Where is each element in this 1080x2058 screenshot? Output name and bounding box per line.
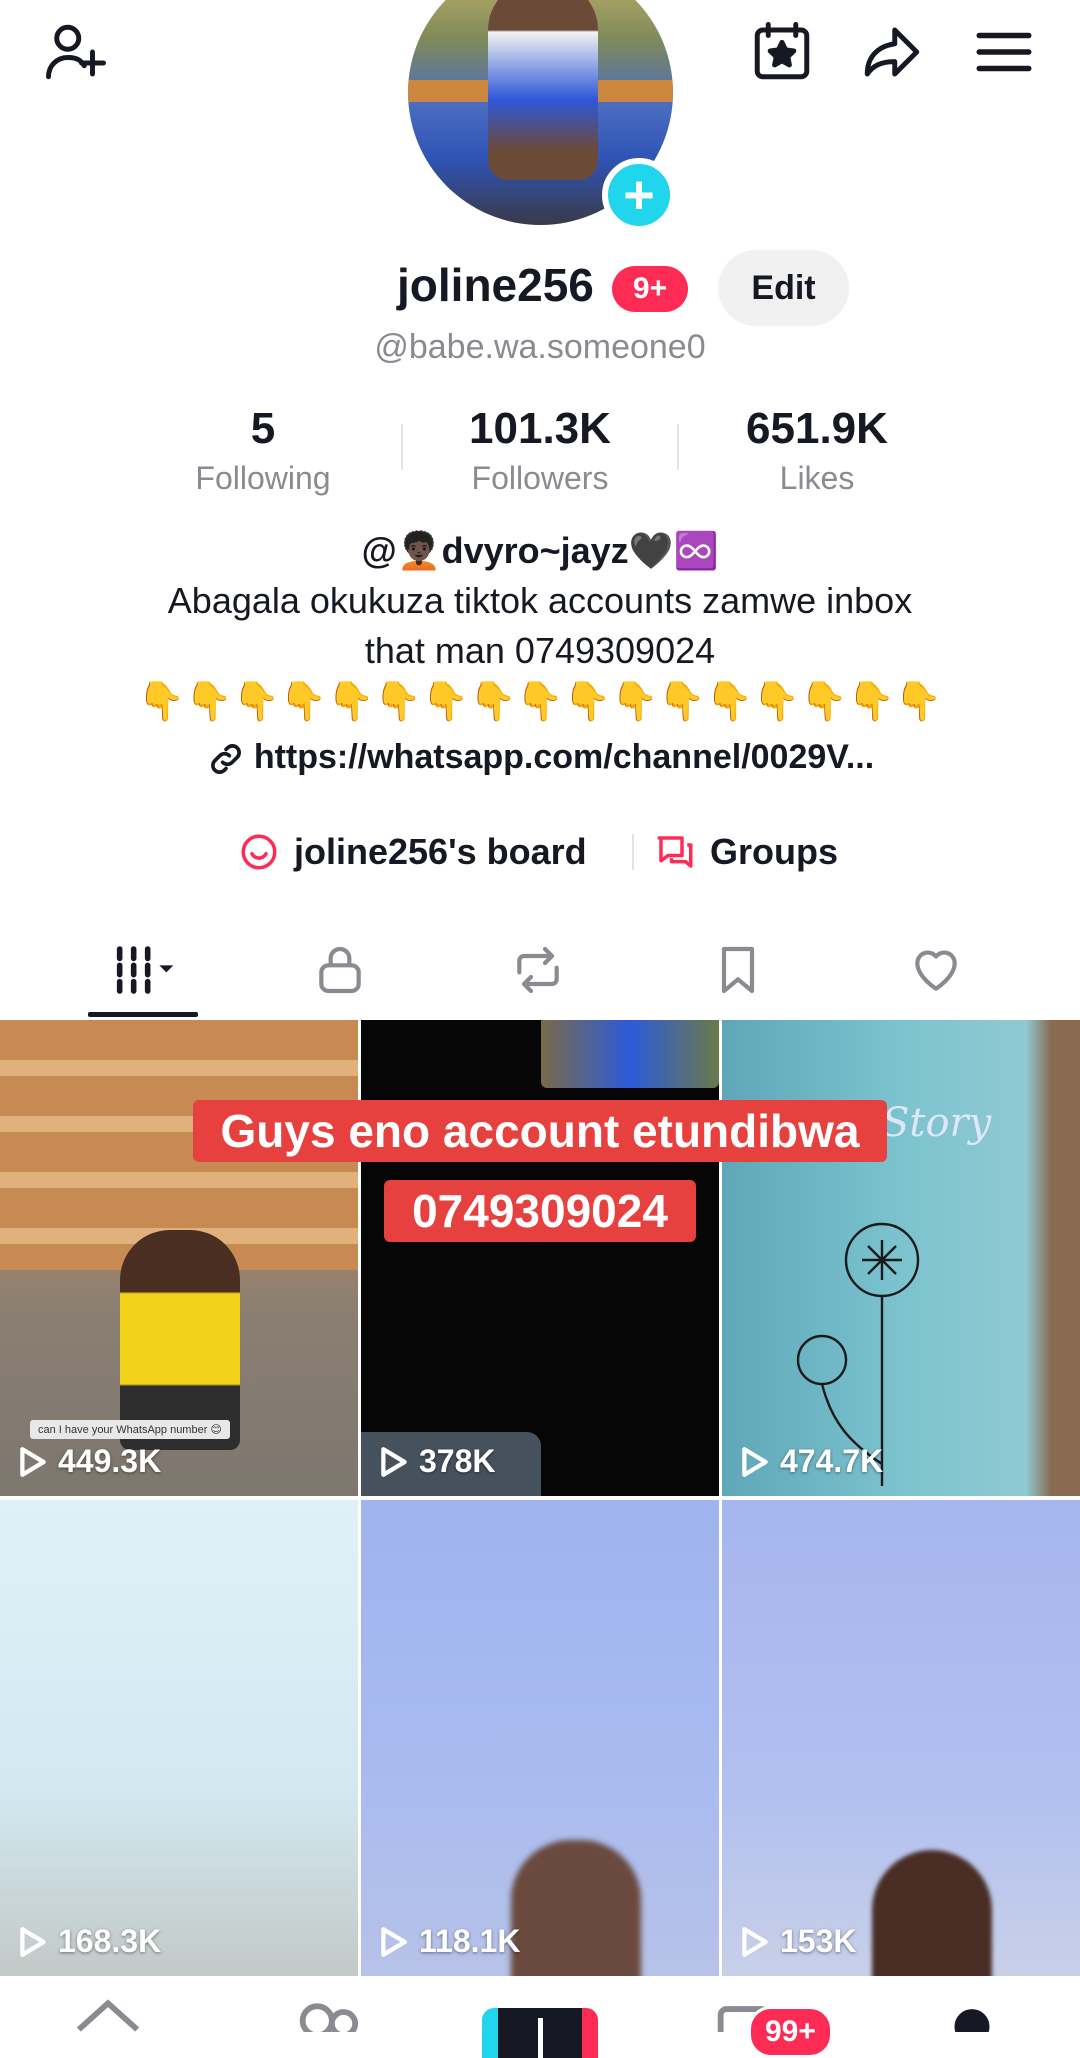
profile-icon xyxy=(954,2009,990,2032)
friends-icon xyxy=(299,2003,359,2032)
person-graphic xyxy=(120,1230,240,1450)
overlay-caption: 0749309024 xyxy=(0,1180,1080,1242)
view-count: 153K xyxy=(740,1923,857,1960)
calendar-button[interactable] xyxy=(742,12,822,92)
bio-line: that man 0749309024 xyxy=(364,630,716,671)
video-thumbnail[interactable]: can I have your WhatsApp number 😊 449.3K xyxy=(0,1020,358,1496)
view-count-value: 168.3K xyxy=(58,1923,162,1959)
play-icon xyxy=(742,1446,768,1477)
view-count-value: 378K xyxy=(419,1443,496,1479)
tab-reposts[interactable] xyxy=(463,920,613,1020)
bio-link[interactable]: https://whatsapp.com/channel/0029V... xyxy=(0,738,1080,779)
add-friend-button[interactable] xyxy=(36,12,116,92)
plus-icon: + xyxy=(623,165,655,225)
view-count: 449.3K xyxy=(18,1443,161,1480)
person-graphic xyxy=(511,1840,641,1976)
repost-icon xyxy=(517,946,559,994)
nav-profile[interactable] xyxy=(912,1992,1032,2052)
menu-button[interactable] xyxy=(964,12,1044,92)
tab-liked[interactable] xyxy=(861,920,1011,1020)
overlay-line: 0749309024 xyxy=(384,1180,696,1242)
add-story-button[interactable]: + xyxy=(602,158,676,232)
video-thumbnail[interactable]: 168.3K xyxy=(0,1500,358,1976)
tab-private[interactable] xyxy=(265,920,415,1020)
bookmark-icon xyxy=(721,946,755,994)
play-icon xyxy=(381,1926,407,1957)
stat-likes[interactable]: 651.9K Likes xyxy=(707,402,927,500)
tab-saved[interactable] xyxy=(663,920,813,1020)
view-count-value: 153K xyxy=(780,1923,857,1959)
bottom-navigation xyxy=(0,1992,1080,2058)
share-arrow-icon xyxy=(864,27,920,77)
active-tab-indicator xyxy=(88,1012,198,1017)
play-icon xyxy=(20,1926,46,1957)
video-thumbnail[interactable]: 118.1K xyxy=(361,1500,719,1976)
view-count: 118.1K xyxy=(379,1923,520,1960)
link-icon xyxy=(210,744,241,774)
home-icon xyxy=(76,1999,140,2032)
nav-friends[interactable] xyxy=(266,1992,386,2052)
stat-label: Followers xyxy=(471,460,609,496)
video-grid: can I have your WhatsApp number 😊 449.3K… xyxy=(0,1020,1080,1980)
video-caption: can I have your WhatsApp number 😊 xyxy=(30,1420,230,1439)
tab-videos[interactable] xyxy=(68,920,218,1020)
username-row: joline256 9+ Edit xyxy=(0,250,1080,330)
stat-divider xyxy=(677,424,679,470)
nav-home[interactable] xyxy=(48,1992,168,2052)
user-handle: @babe.wa.someone0 xyxy=(374,328,706,366)
view-count-value: 118.1K xyxy=(419,1923,521,1959)
profile-tabs xyxy=(0,920,1080,1021)
board-icon xyxy=(241,834,277,870)
stat-label: Following xyxy=(195,460,331,496)
play-icon xyxy=(381,1446,407,1477)
inbox-badge: 99+ xyxy=(748,2006,833,2058)
overlay-line: Guys eno account etundibwa xyxy=(192,1100,888,1162)
stat-following[interactable]: 5 Following xyxy=(153,402,373,500)
edit-profile-button[interactable]: Edit xyxy=(718,250,849,326)
nav-create[interactable] xyxy=(480,1992,600,2058)
view-count: 168.3K xyxy=(18,1923,161,1960)
bio-line: Abagala okukuza tiktok accounts zamwe in… xyxy=(167,580,913,621)
play-icon xyxy=(742,1926,768,1957)
hamburger-menu-icon xyxy=(976,32,1032,72)
stat-followers[interactable]: 101.3K Followers xyxy=(430,402,650,500)
groups-label: Groups xyxy=(710,831,839,872)
board-links: joline256's board Groups xyxy=(0,822,1080,882)
heart-icon xyxy=(915,950,957,991)
notification-badge[interactable]: 9+ xyxy=(612,266,688,312)
bio-mention[interactable]: @🧑🏿‍🦱dvyro~jayz🖤♾️ xyxy=(0,530,1080,572)
divider xyxy=(632,834,634,870)
video-thumbnail[interactable]: 153K xyxy=(722,1500,1080,1976)
overlay-caption: Guys eno account etundibwa xyxy=(0,1100,1080,1162)
stat-divider xyxy=(401,424,403,470)
bio-emoji-line: 👇👇👇👇👇👇👇👇👇👇👇👇👇👇👇👇👇 xyxy=(137,681,943,723)
calendar-star-icon xyxy=(754,22,810,80)
view-count: 474.7K xyxy=(740,1443,883,1480)
board-link[interactable]: joline256's board xyxy=(238,822,587,882)
bio-link-text: https://whatsapp.com/channel/0029V... xyxy=(253,738,875,776)
person-graphic xyxy=(872,1850,992,1976)
groups-link[interactable]: Groups xyxy=(654,822,838,882)
lock-icon xyxy=(319,946,361,994)
stat-value: 651.9K xyxy=(746,404,888,453)
person-plus-icon xyxy=(46,24,106,80)
play-icon xyxy=(20,1446,46,1477)
stat-label: Likes xyxy=(779,460,855,496)
chat-bubble-icon xyxy=(657,836,693,868)
create-plus-icon xyxy=(482,2008,598,2058)
view-count: 378K xyxy=(379,1443,496,1480)
profile-stats: 5 Following 101.3K Followers 651.9K Like… xyxy=(0,402,1080,502)
share-button[interactable] xyxy=(852,12,932,92)
video-thumbnail[interactable]: Story 474.7K xyxy=(722,1020,1080,1496)
view-count-value: 474.7K xyxy=(780,1443,884,1479)
thumbnail-image xyxy=(541,1020,719,1088)
board-label: joline256's board xyxy=(294,831,587,872)
view-count-value: 449.3K xyxy=(58,1443,162,1479)
video-thumbnail[interactable]: 378K xyxy=(361,1020,719,1496)
username: joline256 xyxy=(397,259,594,311)
videos-grid-icon xyxy=(116,946,174,994)
stat-value: 5 xyxy=(250,404,276,453)
stat-value: 101.3K xyxy=(469,404,611,453)
